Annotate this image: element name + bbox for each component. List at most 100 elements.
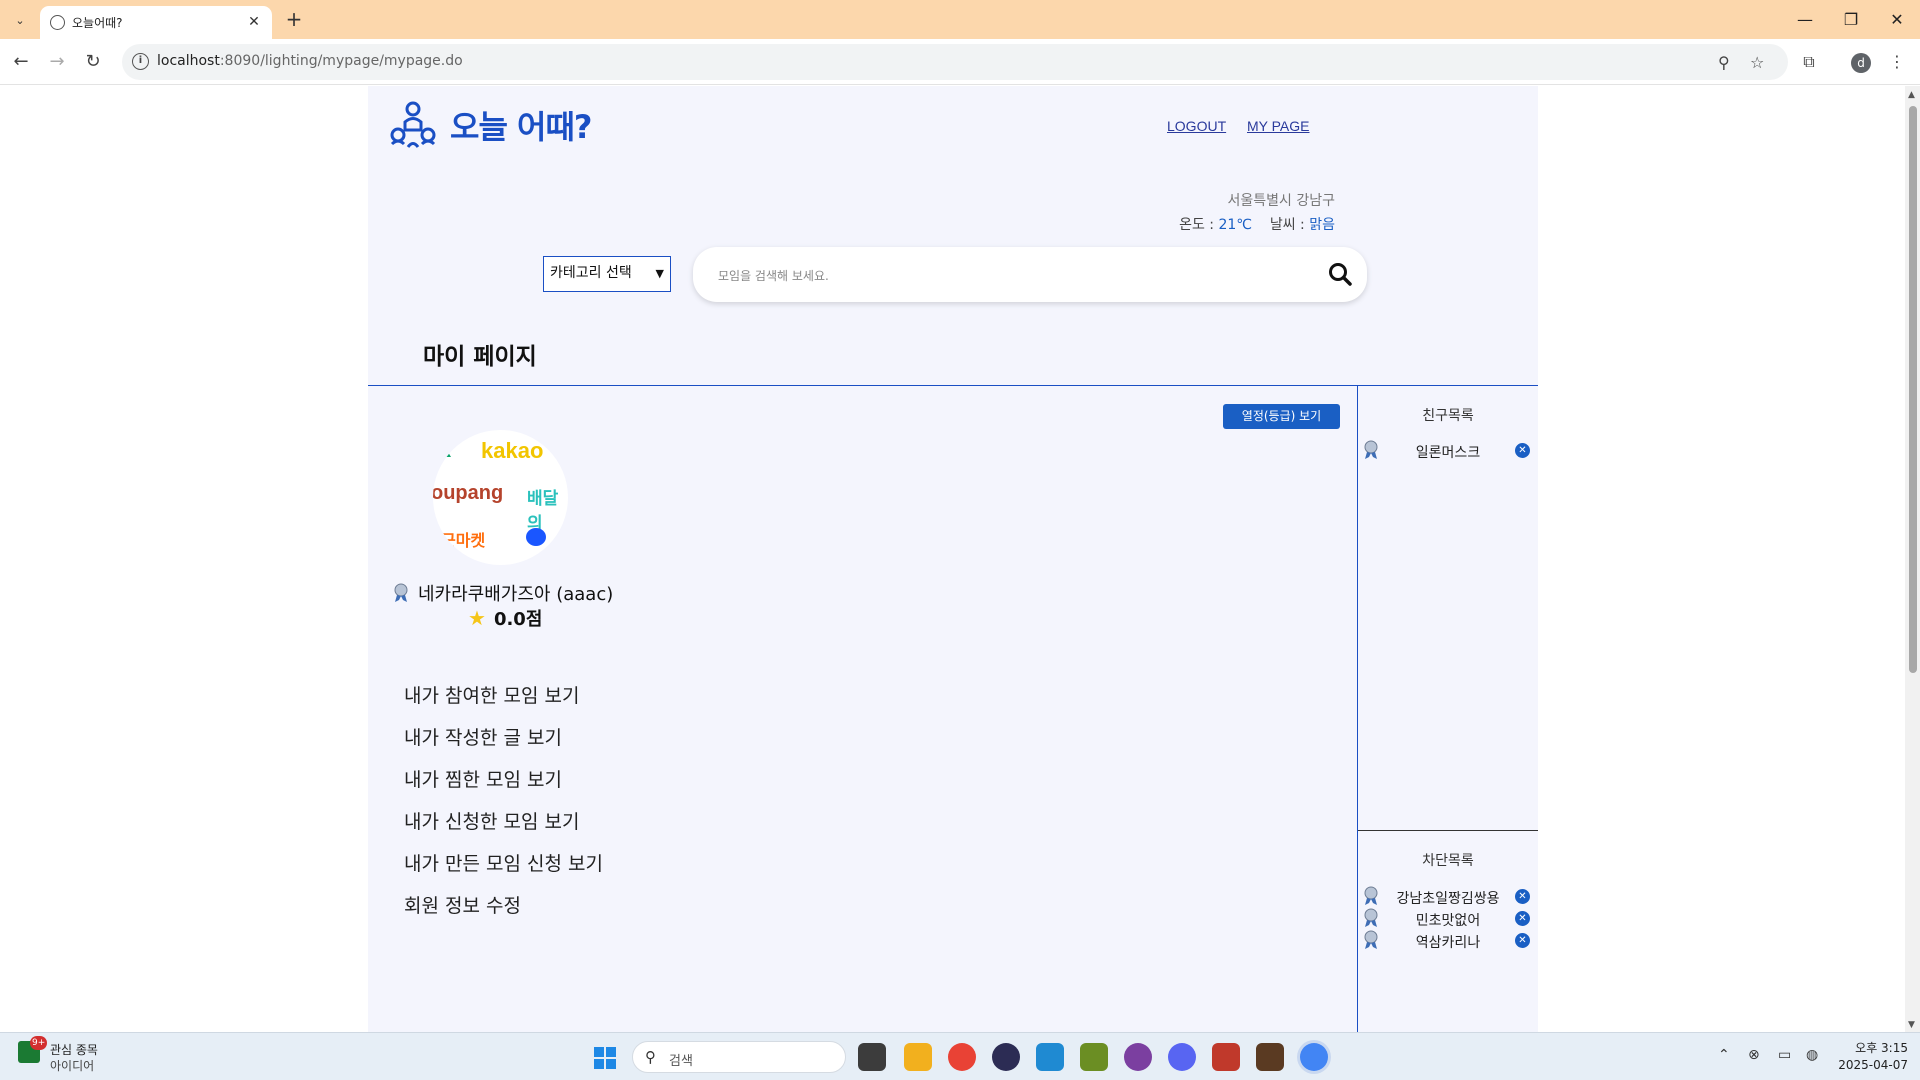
weather-value: 맑음	[1309, 217, 1335, 233]
new-tab-button[interactable]: +	[282, 8, 306, 32]
github-desktop-icon[interactable]	[1124, 1043, 1152, 1071]
triangle-shape	[445, 452, 451, 457]
site-logo[interactable]: 오늘 어때?	[388, 100, 592, 150]
scroll-down-icon[interactable]: ▼	[1908, 1020, 1915, 1030]
medal-icon	[1364, 886, 1378, 905]
temp-label: 온도 :	[1179, 217, 1219, 233]
category-select-value: 카테고리 선택	[550, 265, 632, 281]
discord-icon[interactable]	[1168, 1043, 1196, 1071]
scrollbar-thumb[interactable]	[1909, 106, 1917, 673]
reload-icon[interactable]: ↻	[80, 49, 106, 75]
weather-label: 날씨 :	[1269, 217, 1310, 233]
profile-image-word: 배달의	[527, 489, 559, 533]
tray-chevron-up-icon[interactable]: ⌃	[1718, 1047, 1730, 1063]
vscode-icon[interactable]	[1036, 1043, 1064, 1071]
url-text: localhost:8090/lighting/mypage/mypage.do	[157, 53, 463, 69]
eclipse-icon[interactable]	[992, 1043, 1020, 1071]
menu-applied-meetings[interactable]: 내가 신청한 모임 보기	[404, 807, 579, 834]
sidebar-section-divider	[1358, 830, 1538, 831]
game-app-icon[interactable]	[1256, 1043, 1284, 1071]
profile-image-word: oupang	[433, 482, 504, 504]
medal-icon	[394, 583, 408, 602]
search-input[interactable]: 모임을 검색해 보세요.	[693, 247, 1367, 302]
view-grade-button[interactable]: 열정(등급) 보기	[1223, 404, 1340, 429]
page-scrollbar[interactable]: ▲ ▼	[1905, 86, 1920, 1032]
clock-date: 2025-04-07	[1838, 1058, 1908, 1072]
zoom-icon[interactable]: ⚲	[1718, 53, 1730, 72]
forward-icon[interactable]: →	[44, 49, 70, 75]
menu-my-posts[interactable]: 내가 작성한 글 보기	[404, 723, 562, 750]
chevron-down-icon: ▼	[655, 267, 664, 280]
volume-icon[interactable]: ◍	[1806, 1047, 1818, 1063]
task-view-icon[interactable]	[858, 1043, 886, 1071]
widget-title[interactable]: 관심 종목	[50, 1041, 98, 1058]
page-viewport: 오늘 어때? LOGOUT MY PAGE 서울특별시 강남구 온도 : 21℃…	[0, 86, 1905, 1032]
menu-edit-profile[interactable]: 회원 정보 수정	[404, 891, 521, 918]
mypage-link[interactable]: MY PAGE	[1247, 118, 1310, 134]
menu-liked-meetings[interactable]: 내가 찜한 모임 보기	[404, 765, 562, 792]
system-clock[interactable]: 오후 3:15 2025-04-07	[1838, 1040, 1908, 1074]
chrome-icon[interactable]	[948, 1043, 976, 1071]
unblock-icon[interactable]: ✕	[1515, 911, 1530, 926]
network-icon[interactable]: ▭	[1778, 1047, 1791, 1063]
file-explorer-icon[interactable]	[904, 1043, 932, 1071]
weather-info: 온도 : 21℃ 날씨 : 맑음	[1179, 214, 1335, 234]
medal-icon	[1364, 930, 1378, 949]
search-icon[interactable]	[1327, 261, 1353, 287]
search-icon: ⚲	[645, 1048, 656, 1066]
tab-title: 오늘어때?	[72, 16, 123, 30]
browser-tab-bar: ⌄ 오늘어때? ✕ + — ❐ ✕	[0, 0, 1920, 39]
url-path: :8090/lighting/mypage/mypage.do	[219, 53, 463, 69]
unblock-icon[interactable]: ✕	[1515, 933, 1530, 948]
chrome-profile-icon[interactable]	[1300, 1043, 1328, 1071]
restore-icon[interactable]: ❐	[1828, 6, 1874, 34]
notification-badge: 9+	[30, 1036, 48, 1050]
unblock-icon[interactable]: ✕	[1515, 889, 1530, 904]
os-taskbar: 9+ 관심 종목 아이디어 ⚲ 검색 ⌃ ⊗ ▭ ◍ 오후 3:15 2025-…	[0, 1032, 1920, 1080]
windows-start-icon[interactable]	[594, 1047, 616, 1069]
menu-joined-meetings[interactable]: 내가 참여한 모임 보기	[404, 681, 579, 708]
browser-tab-active[interactable]: 오늘어때? ✕	[40, 6, 272, 39]
widget-subtitle: 아이디어	[50, 1059, 95, 1073]
window-close-icon[interactable]: ✕	[1874, 6, 1920, 34]
tray-app-icon[interactable]: ⊗	[1748, 1047, 1760, 1063]
user-name: 네카라쿠배가즈아 (aaac)	[418, 584, 614, 605]
medal-icon	[1364, 440, 1378, 459]
site-info-icon[interactable]: i	[132, 53, 149, 70]
more-menu-icon[interactable]: ⋮	[1884, 49, 1910, 75]
media-player-icon[interactable]	[1080, 1043, 1108, 1071]
scroll-up-icon[interactable]: ▲	[1908, 90, 1915, 100]
tab-close-icon[interactable]: ✕	[244, 12, 264, 32]
taskbar-search[interactable]: ⚲ 검색	[632, 1041, 846, 1073]
blocked-name: 민초맛없어	[1415, 913, 1481, 929]
blocked-item[interactable]: 강남초일짱김쌍용 ✕	[1363, 886, 1535, 907]
minimize-icon[interactable]: —	[1782, 6, 1828, 34]
sidebar-divider	[1357, 386, 1358, 1032]
remove-friend-icon[interactable]: ✕	[1515, 443, 1530, 458]
rating-score: 0.0점	[493, 609, 543, 630]
profile-image-word: kakao	[481, 438, 544, 463]
blocked-item[interactable]: 민초맛없어 ✕	[1363, 908, 1535, 929]
tab-search-chevron-icon[interactable]: ⌄	[8, 9, 32, 31]
menu-my-meeting-applications[interactable]: 내가 만든 모임 신청 보기	[404, 849, 603, 876]
extensions-icon[interactable]: ⧉	[1796, 49, 1822, 75]
profile-avatar[interactable]: d	[1851, 53, 1871, 73]
blocked-name: 역삼카리나	[1415, 935, 1481, 951]
back-icon[interactable]: ←	[8, 49, 34, 75]
clock-time: 오후 3:15	[1855, 1041, 1908, 1055]
friend-name: 일론머스크	[1415, 445, 1481, 461]
taskbar-search-label: 검색	[669, 1054, 693, 1069]
browser-toolbar: ← → ↻ i localhost:8090/lighting/mypage/m…	[0, 39, 1920, 85]
globe-icon	[50, 15, 65, 30]
temp-value: 21℃	[1218, 217, 1253, 233]
blocked-item[interactable]: 역삼카리나 ✕	[1363, 930, 1535, 951]
calendar-app-icon[interactable]	[1212, 1043, 1240, 1071]
bookmark-star-icon[interactable]: ☆	[1750, 53, 1764, 72]
address-bar[interactable]: i localhost:8090/lighting/mypage/mypage.…	[122, 44, 1788, 80]
friend-item[interactable]: 일론머스크 ✕	[1363, 440, 1535, 461]
star-icon: ★	[468, 606, 486, 630]
user-rating: ★ 0.0점	[468, 605, 542, 631]
toss-logo-shape	[526, 528, 546, 546]
category-select[interactable]: 카테고리 선택 ▼	[543, 256, 671, 292]
logout-link[interactable]: LOGOUT	[1167, 118, 1226, 134]
